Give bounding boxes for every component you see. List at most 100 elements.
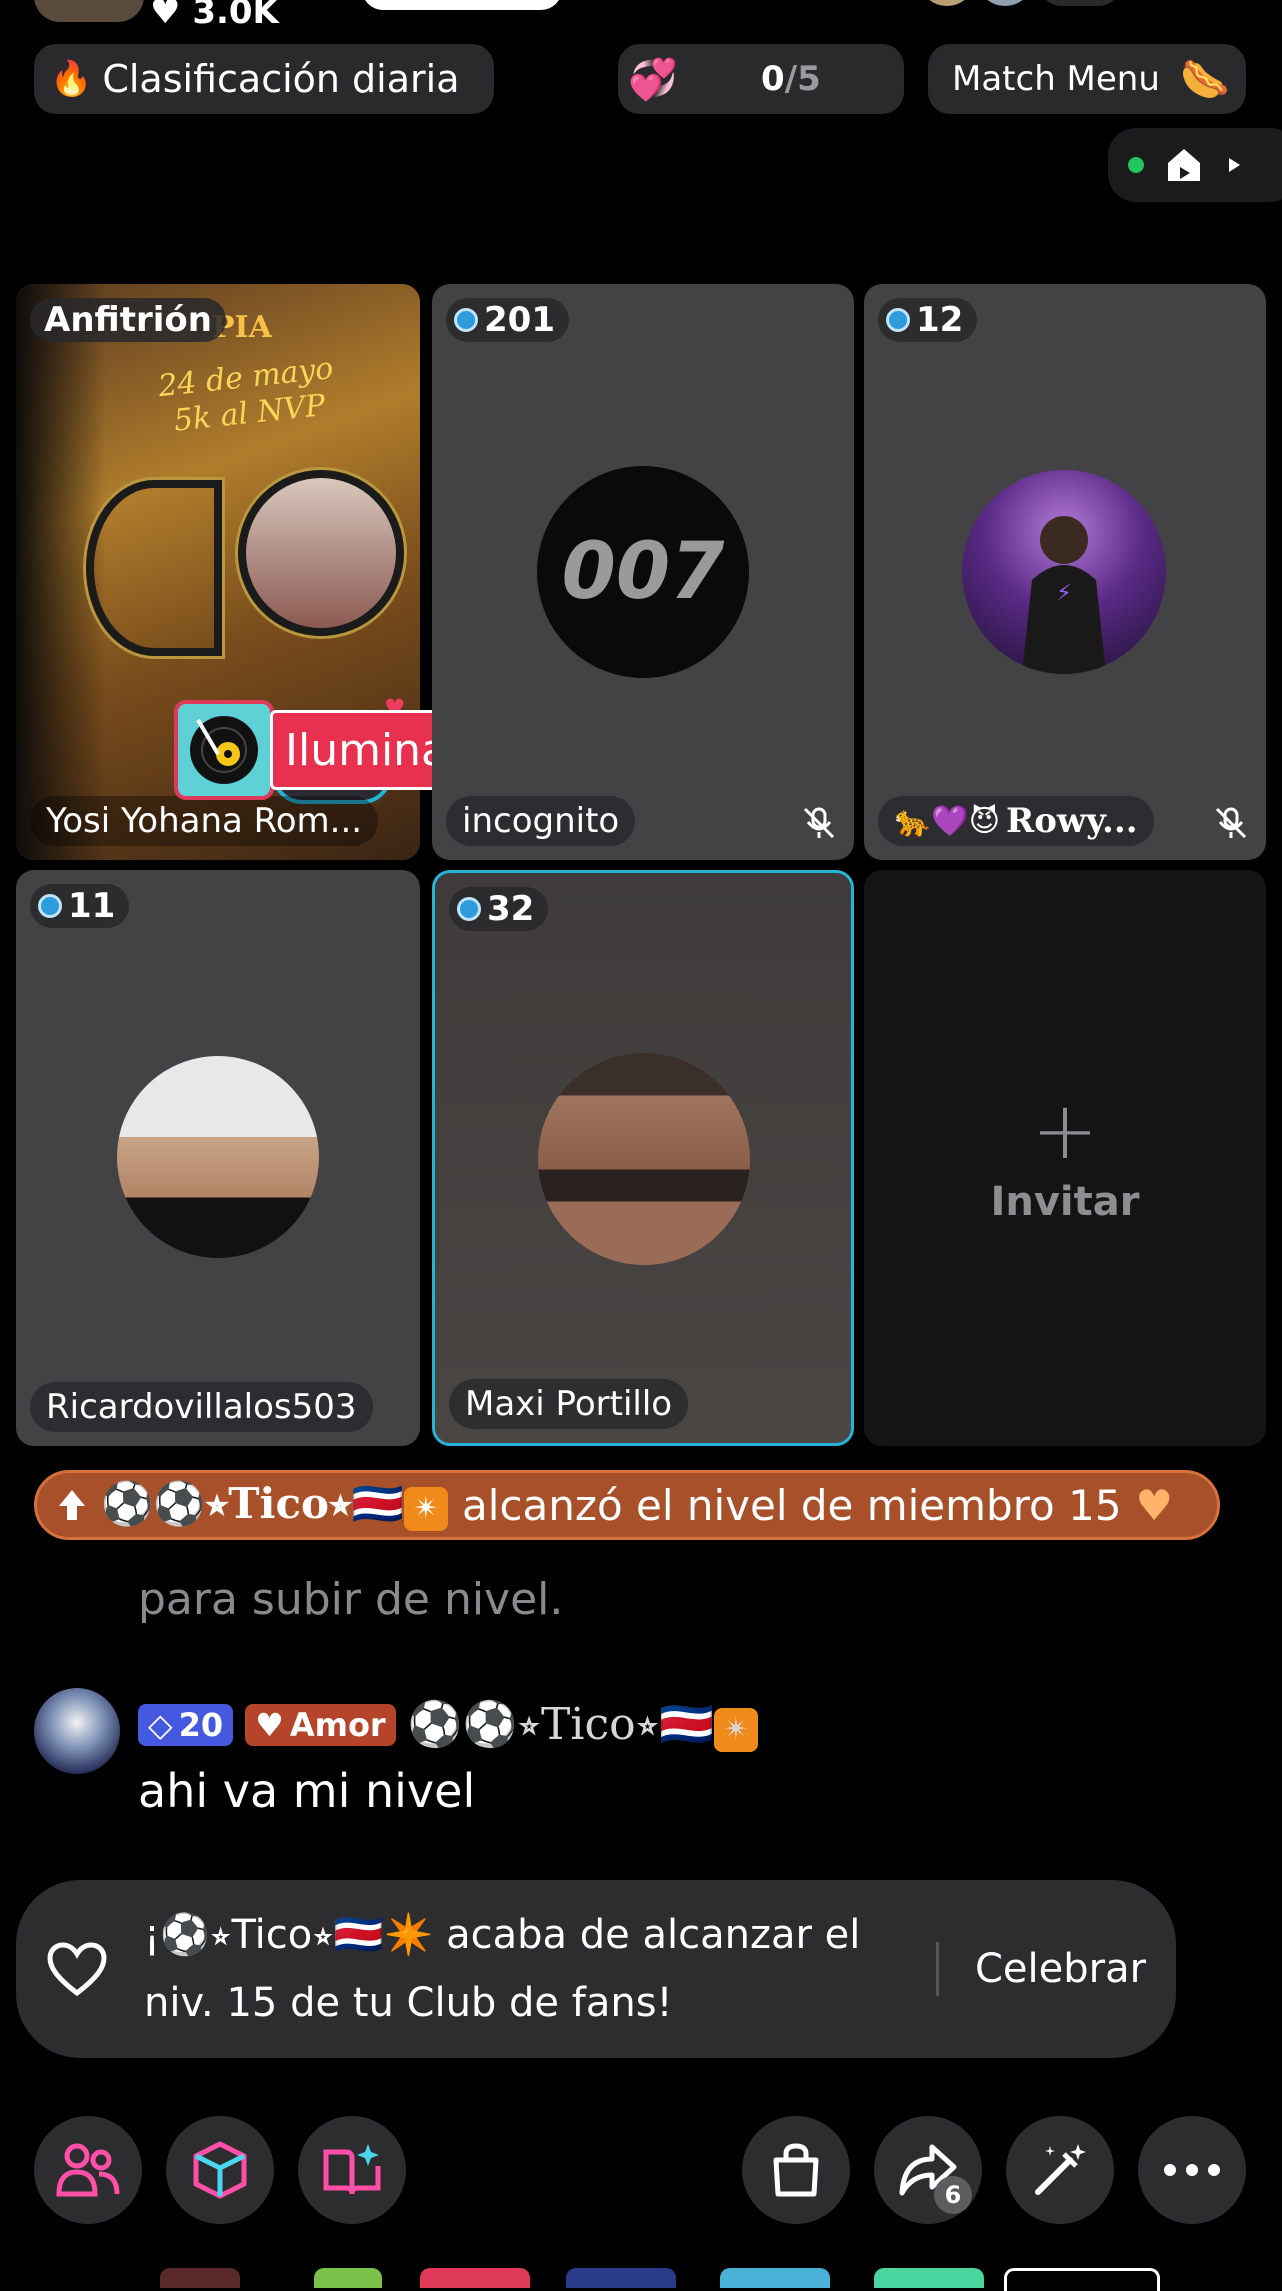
stream-controls[interactable] xyxy=(1108,128,1282,202)
avatar-logo-007: 007 xyxy=(561,527,725,617)
gift-count-badge: 12 xyxy=(878,298,978,342)
viewer-avatar[interactable] xyxy=(980,0,1030,6)
hearts-total: /5 xyxy=(784,59,821,99)
more-dots-icon xyxy=(1164,2164,1220,2176)
user-level-badge: ◇ 20 xyxy=(138,1703,234,1746)
more-button[interactable] xyxy=(1138,2116,1246,2224)
live-dot-icon xyxy=(1128,157,1144,173)
chat-message: ahi va mi nivel xyxy=(138,1764,476,1818)
gift-thumb[interactable] xyxy=(720,2268,830,2288)
fan-club-notification: ¡⚽⭒Tico⭒🇨🇷✴️ acaba de alcanzar el niv. 1… xyxy=(16,1880,1176,2058)
magic-wand-icon xyxy=(1035,2144,1086,2195)
home-icon[interactable] xyxy=(1164,145,1204,185)
gem-icon xyxy=(38,894,62,918)
guest-avatar[interactable]: ⚡ xyxy=(962,470,1166,674)
daily-ranking-button[interactable]: 🔥 Clasificación diaria xyxy=(34,44,494,114)
hearts-progress: 0/5 xyxy=(678,59,904,99)
mic-off-icon xyxy=(1215,807,1247,839)
poster-ring-left xyxy=(86,480,222,656)
gift-thumb[interactable] xyxy=(314,2268,382,2288)
double-heart-icon: 💞 xyxy=(628,56,678,103)
guests-button[interactable] xyxy=(34,2116,142,2224)
magic-button[interactable] xyxy=(1006,2116,1114,2224)
people-icon xyxy=(56,2143,120,2197)
guest-name[interactable]: Ricardovillalos503 xyxy=(30,1382,373,1432)
level-up-text: alcanzó el nivel de miembro 15 xyxy=(462,1480,1122,1530)
share-button[interactable]: 6 xyxy=(874,2116,982,2224)
guest-name-label: Ricardovillalos503 xyxy=(46,1387,357,1427)
share-count-badge: 6 xyxy=(934,2176,972,2214)
play-icon[interactable] xyxy=(1224,155,1244,175)
guest-name-emoji: 🐆💜😈 xyxy=(894,803,1000,839)
star-burst-icon: ✴ xyxy=(714,1707,759,1752)
match-menu-button[interactable]: Match Menu 🌭 xyxy=(928,44,1246,114)
guest-tile-maxi[interactable]: 32 Maxi Portillo xyxy=(432,870,854,1446)
gift-thumb[interactable] xyxy=(566,2268,676,2288)
chat-header: ◇ 20 ♥ Amor ⚽⚽⭒Tico⭒🇨🇷 ✴ xyxy=(138,1698,759,1752)
flame-icon: 🔥 xyxy=(50,59,93,99)
gift-count: 201 xyxy=(484,300,555,340)
guest-avatar[interactable] xyxy=(538,1053,750,1265)
book-sparkle-icon xyxy=(323,2144,381,2195)
gift-count: 11 xyxy=(68,886,116,926)
gem-icon xyxy=(454,308,478,332)
host-avatar-partial[interactable] xyxy=(34,0,144,22)
gem-icon xyxy=(457,897,481,921)
gift-count: 12 xyxy=(916,300,964,340)
chat-username[interactable]: ⚽⚽⭒Tico⭒🇨🇷 ✴ xyxy=(407,1698,759,1752)
chat-avatar[interactable] xyxy=(34,1688,120,1774)
avatar-figure: ⚡ xyxy=(1022,516,1106,674)
guest-tile-ricardo[interactable]: 11 Ricardovillalos503 xyxy=(16,870,420,1446)
divider xyxy=(936,1942,939,1996)
cube-icon xyxy=(193,2141,247,2199)
guest-name[interactable]: 🐆💜😈 Rowy... xyxy=(878,796,1154,846)
gift-thumb[interactable] xyxy=(1004,2268,1160,2291)
viewer-count[interactable] xyxy=(1040,0,1120,6)
guest-tile-rowy[interactable]: 12 ⚡ 🐆💜😈 Rowy... xyxy=(864,284,1266,860)
invite-slot[interactable]: + Invitar xyxy=(864,870,1266,1446)
guest-name-label: Rowy... xyxy=(1005,801,1138,841)
guest-name[interactable]: incognito xyxy=(446,796,636,846)
guest-name[interactable]: Maxi Portillo xyxy=(449,1379,689,1429)
star-burst-icon: ✴ xyxy=(404,1486,449,1531)
host-name[interactable]: Yosi Yohana Rom... xyxy=(30,796,379,846)
book-button[interactable] xyxy=(298,2116,406,2224)
level-up-user: ⚽⚽⭒Tico⭒🇨🇷 ✴ xyxy=(101,1479,449,1531)
hearts-goal[interactable]: 💞 0/5 xyxy=(618,44,904,114)
gift-count-badge: 201 xyxy=(446,298,569,342)
follow-button[interactable] xyxy=(362,0,562,10)
orange-heart-icon: ♥ xyxy=(1135,1480,1174,1530)
guest-name-label: incognito xyxy=(462,801,620,841)
costa-rica-flag-icon: 🇨🇷 xyxy=(351,1479,405,1529)
soccer-ball-icon: ⚽ xyxy=(407,1699,463,1750)
gift-thumb[interactable] xyxy=(874,2268,984,2288)
arrow-up-icon xyxy=(59,1490,85,1520)
fan-club-label: Amor xyxy=(289,1705,386,1744)
shopping-bag-icon xyxy=(773,2143,819,2197)
mic-off-icon xyxy=(803,807,835,839)
notification-text: ¡⚽⭒Tico⭒🇨🇷✴️ acaba de alcanzar el niv. 1… xyxy=(144,1912,861,2026)
gift-thumb[interactable] xyxy=(160,2268,240,2288)
heart-shield-icon: ♥ xyxy=(255,1705,284,1744)
likes-value: 3.0K xyxy=(192,0,279,32)
host-badge-label: Anfitrión xyxy=(44,300,212,340)
user-level-value: 20 xyxy=(178,1705,224,1744)
effects-button[interactable] xyxy=(166,2116,274,2224)
guest-tile-incognito[interactable]: 201 007 incognito xyxy=(432,284,854,860)
vinyl-music-icon xyxy=(174,700,274,800)
chat-username-text: ⚽⭒Tico⭒ xyxy=(462,1699,660,1750)
fan-club-badge: ♥ Amor xyxy=(245,1703,396,1746)
celebrate-button[interactable]: Celebrar xyxy=(975,1946,1146,1992)
invite-label: Invitar xyxy=(990,1179,1140,1225)
guest-avatar[interactable] xyxy=(117,1056,319,1258)
viewer-avatar[interactable] xyxy=(922,0,972,6)
gift-thumb[interactable] xyxy=(420,2268,530,2288)
plus-icon: + xyxy=(1031,1084,1099,1177)
gem-icon xyxy=(886,308,910,332)
level-up-banner: ⚽⚽⭒Tico⭒🇨🇷 ✴ alcanzó el nivel de miembro … xyxy=(34,1470,1220,1540)
guest-avatar[interactable]: 007 xyxy=(537,466,749,678)
shop-button[interactable] xyxy=(742,2116,850,2224)
daily-ranking-label: Clasificación diaria xyxy=(102,57,460,101)
gift-count: 32 xyxy=(487,889,535,929)
soccer-ball-icon: ⚽ xyxy=(101,1479,154,1529)
